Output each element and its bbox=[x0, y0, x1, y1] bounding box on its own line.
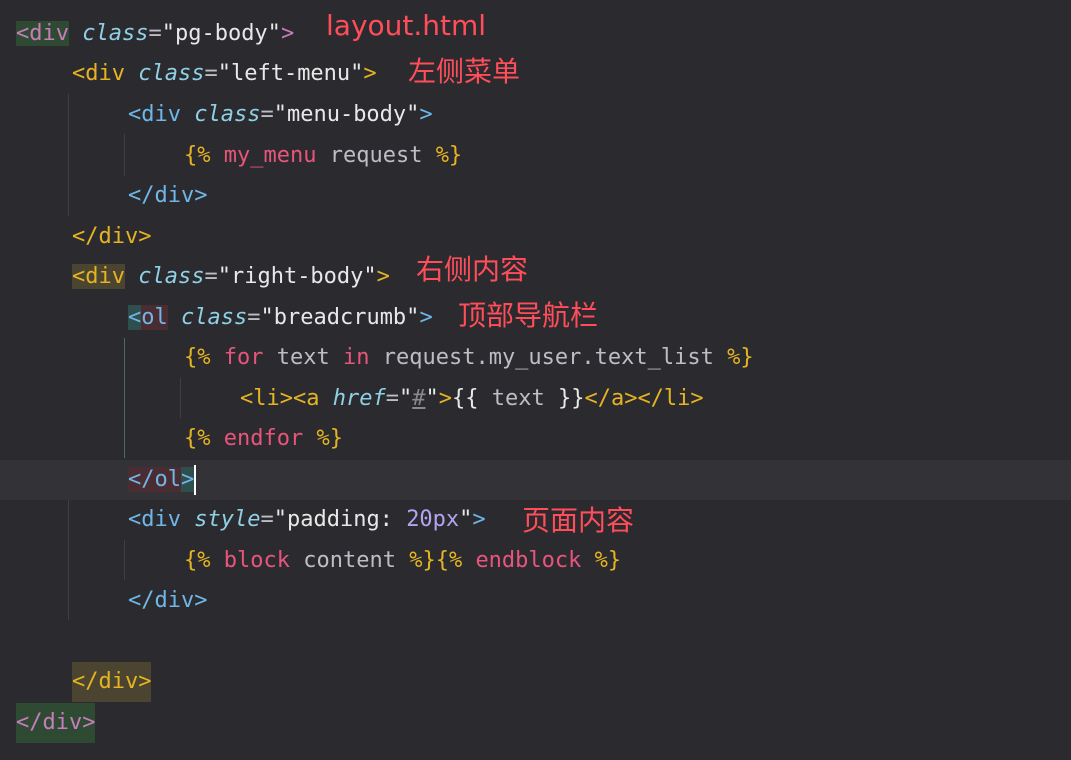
var-name: text bbox=[491, 386, 545, 411]
loop-expr: request.my_user.text_list bbox=[382, 345, 714, 370]
loop-var: text bbox=[276, 345, 330, 370]
tag-close: </div> bbox=[16, 703, 96, 743]
href-hash: # bbox=[412, 386, 426, 411]
tag-close-open: </ol bbox=[128, 467, 181, 492]
annotation-page-content: 页面内容 bbox=[522, 504, 635, 537]
keyword-in: in bbox=[342, 345, 370, 370]
quote: " bbox=[459, 507, 473, 532]
attr-value: "pg-body" bbox=[161, 21, 281, 46]
equals: = bbox=[148, 21, 162, 46]
attr-name: class bbox=[82, 21, 149, 46]
tag-close: > bbox=[472, 507, 486, 532]
equals: = bbox=[385, 386, 399, 411]
attr-name: href bbox=[332, 386, 386, 411]
tag-open: <div bbox=[72, 264, 125, 289]
keyword-endblock: endblock bbox=[475, 548, 582, 573]
code-line-15[interactable]: </div> bbox=[0, 581, 1071, 621]
var-open: {{ bbox=[451, 386, 479, 411]
attr-value: "breadcrumb" bbox=[260, 305, 420, 330]
annotation-breadcrumb: 顶部导航栏 bbox=[458, 299, 599, 332]
code-line-3[interactable]: <div class="menu-body"> bbox=[0, 95, 1071, 135]
a-close: </a> bbox=[584, 386, 638, 411]
quote: " bbox=[398, 386, 413, 411]
equals: = bbox=[260, 102, 274, 127]
code-line-12-current[interactable]: </ol> bbox=[0, 460, 1071, 500]
template-open: {% bbox=[184, 426, 211, 451]
tag-gt: > bbox=[180, 467, 195, 492]
keyword-endfor: endfor bbox=[223, 426, 304, 451]
code-editor[interactable]: <div class="pg-body"> <div class="left-m… bbox=[0, 0, 1071, 760]
tag-close: > bbox=[363, 61, 377, 86]
tag-close: > bbox=[419, 305, 433, 330]
code-line-9[interactable]: {% for text in request.my_user.text_list… bbox=[0, 338, 1071, 378]
css-value: 20px bbox=[406, 507, 460, 532]
template-close: %} bbox=[594, 548, 622, 573]
template-tag-name: my_menu bbox=[223, 143, 317, 168]
equals: = bbox=[260, 507, 274, 532]
template-close: %} bbox=[727, 345, 754, 370]
code-line-4[interactable]: {% my_menu request %} bbox=[0, 136, 1071, 176]
tag-open: <div bbox=[72, 61, 125, 86]
li-close: </li> bbox=[637, 386, 704, 411]
template-mid: %}{% bbox=[409, 548, 463, 573]
equals: = bbox=[204, 61, 218, 86]
keyword-block: block bbox=[223, 548, 290, 573]
attr-value: "right-body" bbox=[217, 264, 377, 289]
template-open: {% bbox=[184, 345, 211, 370]
tag-close: > bbox=[438, 386, 452, 411]
template-close: %} bbox=[316, 426, 343, 451]
attr-name: class bbox=[138, 264, 205, 289]
tag-name: ol bbox=[141, 305, 168, 330]
template-open: {% bbox=[184, 143, 211, 168]
template-open: {% bbox=[184, 548, 211, 573]
equals: = bbox=[247, 305, 261, 330]
code-line-18[interactable]: </div> bbox=[0, 703, 1071, 743]
code-line-7[interactable]: <div class="right-body"> bbox=[0, 257, 1071, 297]
code-line-14[interactable]: {% block content %}{% endblock %} bbox=[0, 541, 1071, 581]
annotation-left-menu: 左侧菜单 bbox=[408, 55, 521, 88]
tag-close: > bbox=[376, 264, 390, 289]
quote: " bbox=[273, 507, 287, 532]
tag-close: </div> bbox=[72, 224, 152, 249]
attr-name: class bbox=[138, 61, 205, 86]
code-line-17[interactable]: </div> bbox=[0, 662, 1071, 702]
css-prop: padding: bbox=[286, 507, 393, 532]
tag-lt: < bbox=[128, 305, 142, 330]
code-line-1[interactable]: <div class="pg-body"> bbox=[0, 14, 1071, 54]
tag-close: </div> bbox=[128, 588, 208, 613]
tag-close: </div> bbox=[72, 662, 152, 702]
tag-close: > bbox=[419, 102, 433, 127]
attr-value: "menu-body" bbox=[273, 102, 420, 127]
a-open: <a bbox=[292, 386, 320, 411]
block-name: content bbox=[303, 548, 396, 573]
tag-open: <div bbox=[128, 102, 181, 127]
code-line-10[interactable]: <li><a href="#">{{ text }}</a></li> bbox=[0, 379, 1071, 419]
code-line-11[interactable]: {% endfor %} bbox=[0, 419, 1071, 459]
li-open: <li> bbox=[240, 386, 293, 411]
attr-name: class bbox=[194, 102, 261, 127]
code-line-5[interactable]: </div> bbox=[0, 176, 1071, 216]
annotation-right-body: 右侧内容 bbox=[416, 253, 529, 286]
keyword-for: for bbox=[223, 345, 264, 370]
tag-close: > bbox=[280, 21, 295, 46]
template-close: %} bbox=[435, 143, 463, 168]
equals: = bbox=[204, 264, 218, 289]
var-close: }} bbox=[557, 386, 585, 411]
template-arg: request bbox=[329, 143, 423, 168]
quote: " bbox=[425, 386, 439, 411]
code-line-6[interactable]: </div> bbox=[0, 217, 1071, 257]
code-line-2[interactable]: <div class="left-menu"> bbox=[0, 54, 1071, 94]
tag-close: </div> bbox=[128, 183, 208, 208]
code-line-16[interactable] bbox=[0, 622, 1071, 662]
attr-name: style bbox=[194, 507, 261, 532]
tag-open: <div bbox=[16, 21, 69, 46]
annotation-layout-file: layout.html bbox=[326, 9, 487, 42]
tag-open: <div bbox=[128, 507, 181, 532]
attr-value: "left-menu" bbox=[217, 61, 364, 86]
attr-name: class bbox=[181, 305, 248, 330]
text-caret bbox=[194, 465, 197, 495]
